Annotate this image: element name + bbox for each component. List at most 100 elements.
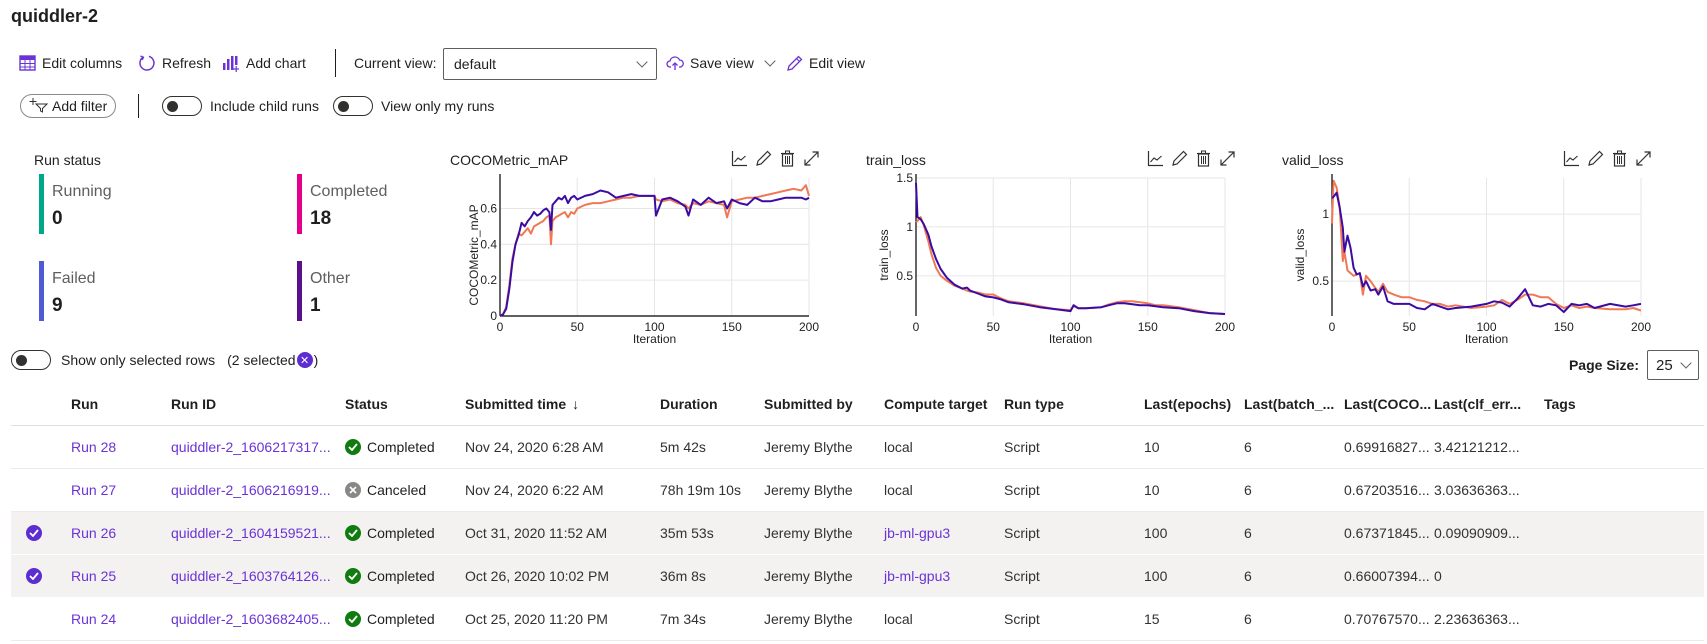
chart-plot: 0 50 100 150 2000.511.5Iterationtrain_loss: [877, 171, 1235, 346]
status-label: Other: [310, 270, 351, 287]
column-header-submitted-time[interactable]: Submitted time ↓: [465, 383, 579, 425]
refresh-button[interactable]: Refresh: [138, 54, 211, 72]
column-header-tags[interactable]: Tags: [1544, 383, 1576, 425]
run-name-link[interactable]: Run 28: [71, 426, 116, 468]
last-batch: 6: [1244, 611, 1252, 627]
submitted-by: Jeremy Blythe: [764, 439, 853, 455]
table-row[interactable]: Run 27 quiddler-2_1606216919... Canceled…: [11, 469, 1704, 512]
submitted-time: Nov 24, 2020 6:22 AM: [465, 482, 604, 498]
run-type: Script: [1004, 525, 1040, 541]
run-name-link[interactable]: Run 25: [71, 555, 116, 597]
run-id-link[interactable]: quiddler-2_1603764126...: [171, 555, 331, 597]
sort-down-icon: ↓: [572, 396, 580, 412]
page-size-value: 25: [1656, 356, 1673, 374]
selected-count-group: (2 selected ✕ ): [227, 352, 318, 368]
column-header-status[interactable]: Status: [345, 383, 388, 425]
page-size-label: Page Size:: [1568, 357, 1639, 373]
include-child-runs-toggle[interactable]: [162, 96, 202, 116]
y-tick-label: 1.5: [896, 171, 913, 185]
x-tick-label: 200: [1215, 320, 1235, 334]
y-tick-label: 1: [906, 220, 913, 234]
column-header-run-type[interactable]: Run type: [1004, 383, 1064, 425]
y-tick-label: 0.5: [1312, 274, 1329, 288]
y-axis-label: valid_loss: [1293, 229, 1307, 282]
refresh-label: Refresh: [162, 55, 212, 71]
edit-view-button[interactable]: Edit view: [785, 54, 865, 72]
chart-valid-loss: valid_loss 0 50 100 150 200 0.5 1 Iteration vali…: [1282, 150, 1662, 352]
last-epochs: 10: [1144, 439, 1160, 455]
table-row[interactable]: Run 24 quiddler-2_1603682405... Complete…: [11, 598, 1704, 641]
add-chart-button[interactable]: Add chart: [222, 54, 306, 72]
compute-target-link[interactable]: jb-ml-gpu3: [884, 555, 950, 597]
status-color-bar: [39, 261, 44, 321]
x-tick-label: 150: [722, 320, 742, 334]
add-chart-label: Add chart: [246, 55, 306, 71]
selected-count-close: ): [313, 352, 319, 368]
run-id-link[interactable]: quiddler-2_1604159521...: [171, 512, 331, 554]
selected-count: (2 selected: [227, 352, 296, 368]
row-checkbox[interactable]: [26, 512, 42, 554]
checkmark-circle-icon: [26, 525, 42, 541]
current-view-label: Current view:: [354, 55, 437, 71]
column-header-last-clf-err[interactable]: Last(clf_err...: [1434, 383, 1521, 425]
submitted-time: Oct 26, 2020 10:02 PM: [465, 568, 609, 584]
last-clf-err: 0.09090909...: [1434, 525, 1520, 541]
x-tick-label: 200: [799, 320, 819, 334]
status-label: Running: [52, 183, 112, 200]
table-row[interactable]: Run 28 quiddler-2_1606217317... Complete…: [11, 426, 1704, 469]
status-color-bar: [297, 174, 302, 234]
column-header-run-id[interactable]: Run ID: [171, 383, 216, 425]
table-row[interactable]: Run 26 quiddler-2_1604159521... Complete…: [11, 512, 1704, 555]
show-only-selected-toggle[interactable]: [11, 350, 51, 370]
last-epochs: 10: [1144, 482, 1160, 498]
compute-target-link[interactable]: jb-ml-gpu3: [884, 512, 950, 554]
save-view-button[interactable]: Save view: [666, 54, 776, 72]
view-only-my-runs-toggle[interactable]: [333, 96, 373, 116]
current-view-value: default: [454, 56, 497, 72]
column-header-last-batch[interactable]: Last(batch_...: [1244, 383, 1334, 425]
table-row[interactable]: Run 25 quiddler-2_1603764126... Complete…: [11, 555, 1704, 598]
chart-cocometric-map: COCOMetric_mAP 0 50 100 150 200 0 0.2 0.4 0.6 Ite…: [450, 150, 830, 352]
run-id-link[interactable]: quiddler-2_1606217317...: [171, 426, 331, 468]
run-id-link[interactable]: quiddler-2_1606216919...: [171, 469, 331, 511]
x-tick-label: 50: [987, 320, 1001, 334]
column-header-last-epochs[interactable]: Last(epochs): [1144, 383, 1231, 425]
column-header-compute-target[interactable]: Compute target: [884, 383, 987, 425]
y-tick-label: 0.4: [480, 237, 497, 251]
checkmark-circle-icon: [26, 568, 42, 584]
submitted-time: Nov 24, 2020 6:28 AM: [465, 439, 604, 455]
row-checkbox[interactable]: [26, 555, 42, 597]
x-tick-label: 150: [1138, 320, 1158, 334]
y-tick-label: 0: [490, 309, 497, 323]
column-header-submitted-by[interactable]: Submitted by: [764, 383, 853, 425]
column-header-last-coco[interactable]: Last(COCO...: [1344, 383, 1431, 425]
view-only-my-runs-label: View only my runs: [381, 98, 495, 114]
status-text: Completed: [367, 525, 435, 541]
run-name-link[interactable]: Run 26: [71, 512, 116, 554]
submitted-time: Oct 31, 2020 11:52 AM: [465, 525, 608, 541]
status-count: 18: [310, 208, 332, 229]
duration: 7m 34s: [660, 611, 706, 627]
run-type: Script: [1004, 568, 1040, 584]
run-name-link[interactable]: Run 24: [71, 598, 116, 640]
page-size-dropdown[interactable]: 25: [1647, 350, 1699, 380]
edit-columns-label: Edit columns: [42, 55, 123, 71]
column-header-duration[interactable]: Duration: [660, 383, 718, 425]
current-view-dropdown[interactable]: default: [443, 48, 657, 80]
last-coco: 0.67371845...: [1344, 525, 1430, 541]
clear-selection-icon[interactable]: ✕: [296, 352, 313, 368]
add-filter-button[interactable]: Add filter: [20, 94, 117, 118]
check-circle-icon: [345, 611, 361, 627]
table-header-row: Run Run ID Status Submitted time ↓ Durat…: [11, 383, 1704, 426]
last-clf-err: 3.42121212...: [1434, 439, 1520, 455]
check-circle-icon: [345, 525, 361, 541]
selection-bar: Show only selected rows (2 selected ✕ ): [11, 350, 318, 370]
run-type: Script: [1004, 439, 1040, 455]
run-name-link[interactable]: Run 27: [71, 469, 116, 511]
run-id-link[interactable]: quiddler-2_1603682405...: [171, 598, 331, 640]
edit-columns-button[interactable]: Edit columns: [18, 54, 122, 72]
column-header-run[interactable]: Run: [71, 383, 98, 425]
x-tick-label: 200: [1631, 320, 1651, 334]
chevron-down-icon: [764, 55, 776, 67]
run-status: Completed: [345, 555, 435, 597]
